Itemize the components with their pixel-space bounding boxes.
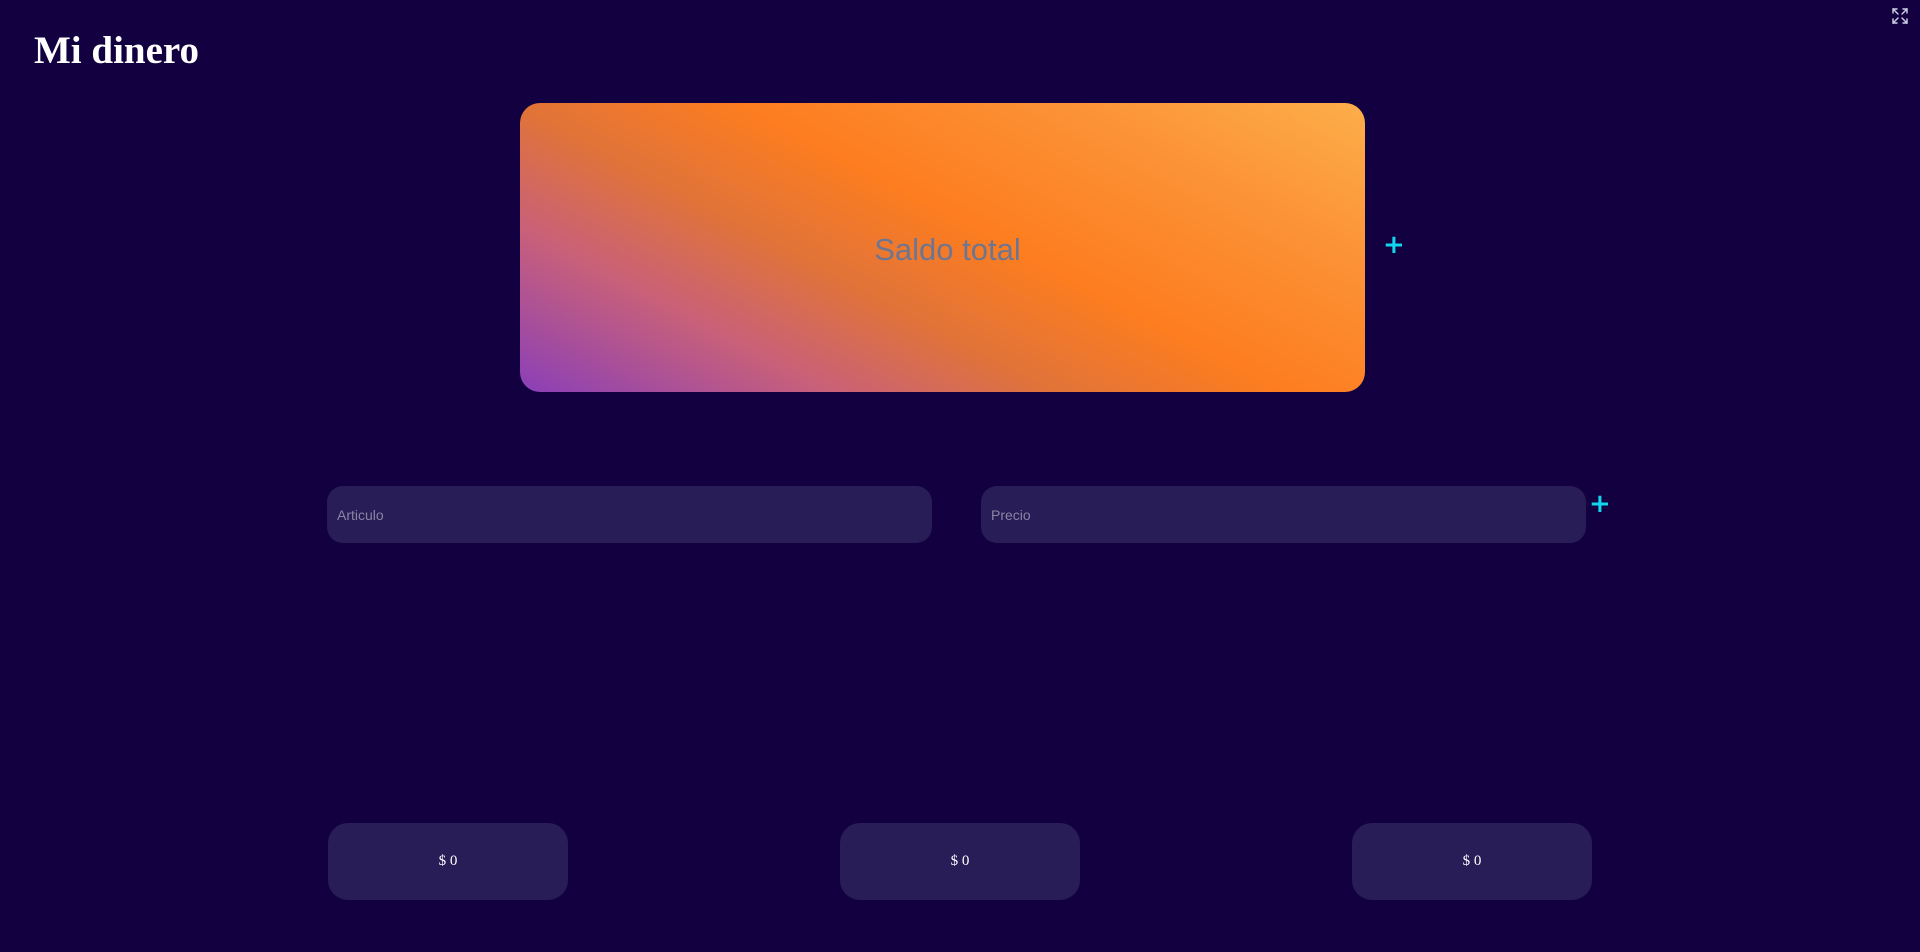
fullscreen-button[interactable] <box>1890 6 1910 26</box>
article-input[interactable] <box>327 486 932 543</box>
plus-icon: + <box>1383 230 1405 260</box>
price-input[interactable] <box>981 486 1586 543</box>
summary-box-2: $ 0 <box>840 823 1080 900</box>
balance-card: Saldo total <box>520 103 1365 392</box>
summary-value: $ 0 <box>1462 853 1482 869</box>
add-item-button[interactable]: + <box>1589 491 1611 517</box>
fullscreen-expand-icon <box>1892 8 1908 24</box>
summary-value: $ 0 <box>950 853 970 869</box>
summary-value: $ 0 <box>438 853 458 869</box>
add-balance-button[interactable]: + <box>1383 232 1405 258</box>
page-title: Mi dinero <box>34 29 200 72</box>
summary-box-1: $ 0 <box>328 823 568 900</box>
summary-box-3: $ 0 <box>1352 823 1592 900</box>
plus-icon: + <box>1589 489 1611 519</box>
balance-label: Saldo total <box>874 231 1021 267</box>
